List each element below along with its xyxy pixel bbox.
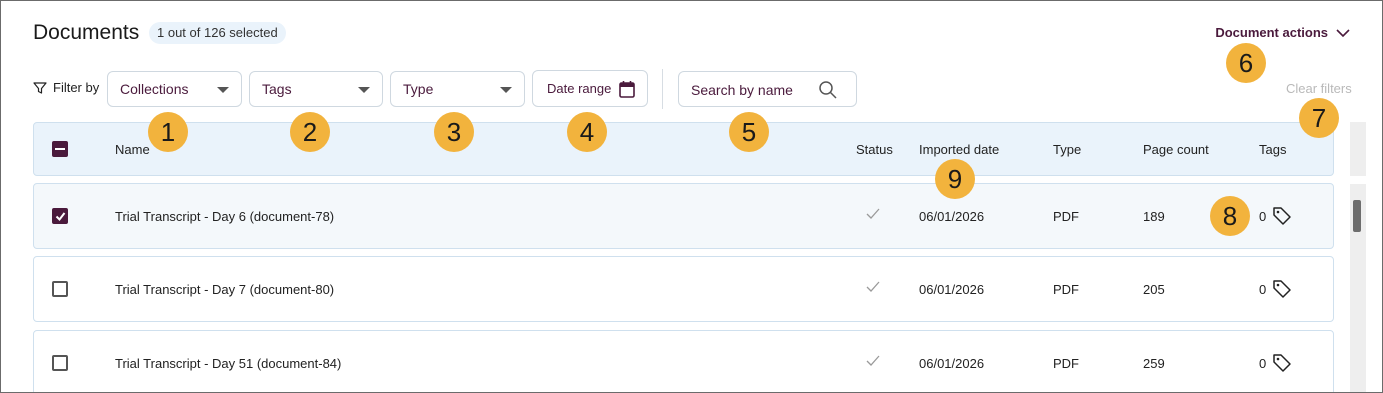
- table-row[interactable]: Trial Transcript - Day 6 (document-78) 0…: [33, 183, 1334, 249]
- chevron-down-icon: [1336, 28, 1350, 37]
- page-title: Documents: [33, 21, 140, 44]
- column-header-status[interactable]: Status: [856, 142, 893, 157]
- check-icon: [866, 355, 880, 366]
- tag-count: 0: [1259, 281, 1267, 297]
- caret-down-icon: [217, 87, 229, 93]
- callout-5: 5: [729, 112, 769, 152]
- search-placeholder: Search by name: [691, 82, 793, 98]
- row-checkbox[interactable]: [52, 208, 68, 224]
- row-checkbox[interactable]: [52, 281, 68, 297]
- callout-2: 2: [290, 112, 330, 152]
- imported-date: 06/01/2026: [919, 356, 985, 371]
- callout-3: 3: [434, 112, 474, 152]
- imported-date: 06/01/2026: [919, 209, 985, 224]
- filter-divider: [662, 69, 663, 109]
- column-header-type[interactable]: Type: [1053, 142, 1081, 157]
- table-row[interactable]: Trial Transcript - Day 7 (document-80) 0…: [33, 256, 1334, 322]
- callout-6: 6: [1226, 43, 1266, 83]
- page-count: 189: [1143, 209, 1165, 224]
- search-input[interactable]: Search by name: [678, 71, 857, 107]
- tags-cell[interactable]: 0: [1259, 279, 1292, 299]
- tags-dropdown[interactable]: Tags: [249, 71, 383, 107]
- collections-dropdown-label: Collections: [120, 81, 189, 97]
- caret-down-icon: [358, 87, 370, 93]
- type-dropdown-label: Type: [403, 81, 434, 97]
- checkmark-icon: [55, 212, 66, 222]
- callout-1: 1: [148, 112, 188, 152]
- row-checkbox[interactable]: [52, 355, 68, 371]
- check-icon: [866, 281, 880, 292]
- tag-count: 0: [1259, 208, 1267, 224]
- document-actions-label: Document actions: [1215, 25, 1328, 40]
- scrollbar-thumb[interactable]: [1353, 200, 1361, 232]
- calendar-icon: [619, 81, 635, 98]
- column-header-imported-date[interactable]: Imported date: [919, 142, 999, 157]
- tag-icon[interactable]: [1272, 353, 1292, 373]
- column-header-page-count[interactable]: Page count: [1143, 142, 1209, 157]
- search-icon[interactable]: [818, 80, 838, 100]
- document-name[interactable]: Trial Transcript - Day 6 (document-78): [115, 209, 334, 224]
- collections-dropdown[interactable]: Collections: [107, 71, 242, 107]
- column-header-name[interactable]: Name: [115, 142, 150, 157]
- select-all-checkbox[interactable]: [52, 141, 68, 157]
- column-header-tags[interactable]: Tags: [1259, 142, 1286, 157]
- header-scroll-gutter: [1350, 122, 1366, 176]
- tag-icon[interactable]: [1272, 206, 1292, 226]
- document-type: PDF: [1053, 209, 1079, 224]
- page-count: 205: [1143, 282, 1165, 297]
- date-range-label: Date range: [547, 81, 612, 96]
- document-actions-button[interactable]: Document actions: [1215, 25, 1350, 40]
- callout-8: 8: [1210, 196, 1250, 236]
- documents-panel: Documents 1 out of 126 selected Document…: [0, 0, 1383, 393]
- document-type: PDF: [1053, 356, 1079, 371]
- check-icon: [866, 208, 880, 219]
- imported-date: 06/01/2026: [919, 282, 985, 297]
- document-type: PDF: [1053, 282, 1079, 297]
- callout-4: 4: [567, 112, 607, 152]
- filter-by-label: Filter by: [33, 80, 99, 95]
- funnel-icon: [33, 81, 47, 94]
- tags-cell[interactable]: 0: [1259, 353, 1292, 373]
- table-header: Name Status Imported date Type Page coun…: [33, 122, 1334, 176]
- selection-count-badge: 1 out of 126 selected: [149, 22, 286, 44]
- document-name[interactable]: Trial Transcript - Day 7 (document-80): [115, 282, 334, 297]
- page-count: 259: [1143, 356, 1165, 371]
- document-name[interactable]: Trial Transcript - Day 51 (document-84): [115, 356, 341, 371]
- type-dropdown[interactable]: Type: [390, 71, 525, 107]
- callout-9: 9: [935, 159, 975, 199]
- table-row[interactable]: Trial Transcript - Day 51 (document-84) …: [33, 330, 1334, 392]
- date-range-picker[interactable]: Date range: [532, 70, 648, 107]
- filter-by-text: Filter by: [53, 80, 100, 95]
- tag-count: 0: [1259, 355, 1267, 371]
- tags-cell[interactable]: 0: [1259, 206, 1292, 226]
- tags-dropdown-label: Tags: [262, 81, 292, 97]
- caret-down-icon: [500, 87, 512, 93]
- tag-icon[interactable]: [1272, 279, 1292, 299]
- clear-filters-button[interactable]: Clear filters: [1286, 81, 1352, 96]
- callout-7: 7: [1299, 98, 1339, 138]
